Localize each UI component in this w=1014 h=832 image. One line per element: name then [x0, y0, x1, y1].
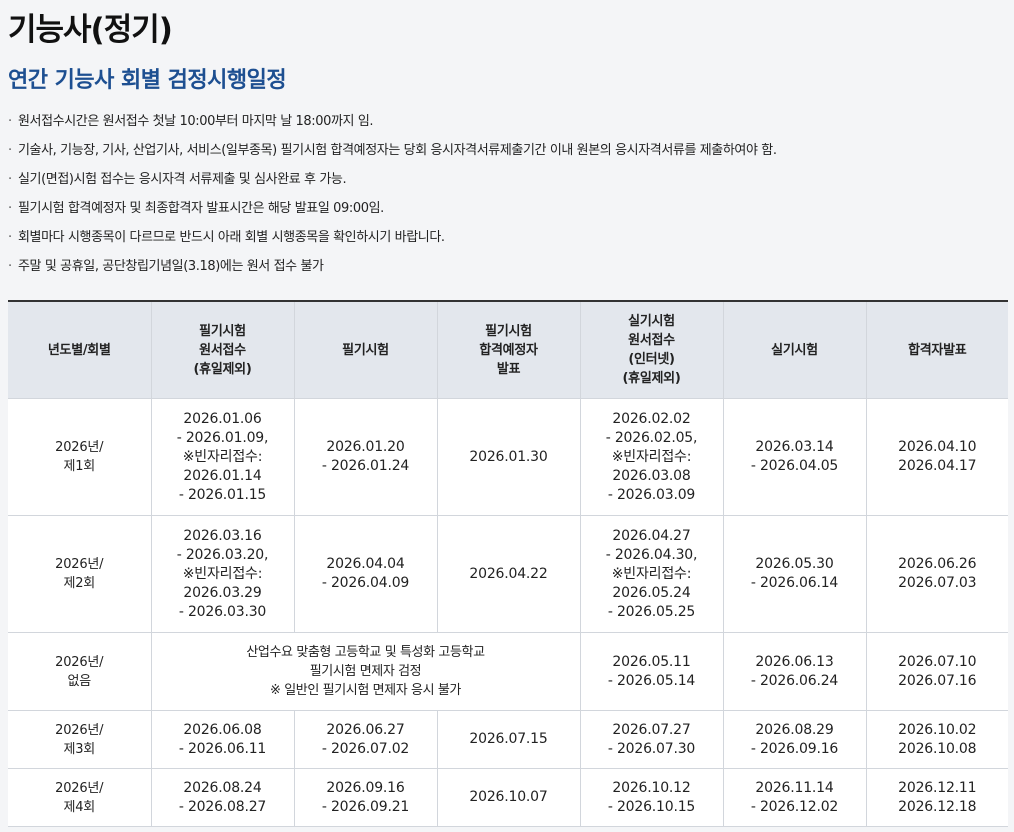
notice-text: 필기시험 합격예정자 및 최종합격자 발표시간은 해당 발표일 09:00임.	[18, 201, 384, 216]
table-row: 2026년/ 제2회 2026.03.16 - 2026.03.20, ※빈자리…	[8, 515, 1008, 633]
bullet-icon: ·	[8, 201, 12, 216]
cell-practical-apply: 2026.10.12 - 2026.10.15	[579, 768, 723, 827]
cell-practical-apply: 2026.05.11 - 2026.05.14	[579, 632, 723, 711]
cell-round: 2026년/ 없음	[8, 632, 151, 711]
notice-item: · 필기시험 합격예정자 및 최종합격자 발표시간은 해당 발표일 09:00임.	[8, 199, 998, 228]
cell-final-result: 2026.06.26 2026.07.03	[865, 515, 1008, 633]
cell-practical-exam: 2026.11.14 - 2026.12.02	[722, 768, 866, 827]
header-practical-exam: 실기시험	[722, 301, 866, 399]
section-title: 연간 기능사 회별 검정시행일정	[8, 68, 287, 93]
cell-final-result: 2026.07.10 2026.07.16	[865, 632, 1008, 711]
cell-written-result: 2026.07.15	[436, 710, 580, 769]
cell-written-apply: 2026.08.24 - 2026.08.27	[150, 768, 294, 827]
notice-text: 회별마다 시행종목이 다르므로 반드시 아래 회별 시행종목을 확인하시기 바랍…	[18, 230, 445, 245]
bullet-icon: ·	[8, 230, 12, 245]
notice-item: · 주말 및 공휴일, 공단창립기념일(3.18)에는 원서 접수 불가	[8, 257, 998, 286]
notice-text: 주말 및 공휴일, 공단창립기념일(3.18)에는 원서 접수 불가	[18, 259, 324, 274]
cell-practical-exam: 2026.05.30 - 2026.06.14	[722, 515, 866, 633]
bullet-icon: ·	[8, 172, 12, 187]
header-written-apply: 필기시험 원서접수 (휴일제외)	[150, 301, 294, 399]
cell-practical-apply: 2026.04.27 - 2026.04.30, ※빈자리접수: 2026.05…	[579, 515, 723, 633]
page-title: 기능사(정기)	[8, 12, 173, 48]
cell-practical-apply: 2026.02.02 - 2026.02.05, ※빈자리접수: 2026.03…	[579, 398, 723, 516]
cell-practical-exam: 2026.08.29 - 2026.09.16	[722, 710, 866, 769]
header-written-result: 필기시험 합격예정자 발표	[436, 301, 580, 399]
cell-exemption-note: 산업수요 맞춤형 고등학교 및 특성화 고등학교 필기시험 면제자 검정 ※ 일…	[150, 632, 580, 711]
cell-round: 2026년/ 제3회	[8, 710, 151, 769]
header-written-exam: 필기시험	[293, 301, 437, 399]
cell-written-apply: 2026.03.16 - 2026.03.20, ※빈자리접수: 2026.03…	[150, 515, 294, 633]
cell-practical-apply: 2026.07.27 - 2026.07.30	[579, 710, 723, 769]
cell-round: 2026년/ 제4회	[8, 768, 151, 827]
table-row: 2026년/ 없음 산업수요 맞춤형 고등학교 및 특성화 고등학교 필기시험 …	[8, 632, 1008, 711]
cell-written-apply: 2026.01.06 - 2026.01.09, ※빈자리접수: 2026.01…	[150, 398, 294, 516]
table-row: 2026년/ 제1회 2026.01.06 - 2026.01.09, ※빈자리…	[8, 398, 1008, 516]
bullet-icon: ·	[8, 114, 12, 129]
cell-practical-exam: 2026.03.14 - 2026.04.05	[722, 398, 866, 516]
notice-text: 실기(면접)시험 접수는 응시자격 서류제출 및 심사완료 후 가능.	[18, 172, 347, 187]
cell-round: 2026년/ 제1회	[8, 398, 151, 516]
notice-item: · 실기(면접)시험 접수는 응시자격 서류제출 및 심사완료 후 가능.	[8, 170, 998, 199]
header-practical-apply: 실기시험 원서접수 (인터넷) (휴일제외)	[579, 301, 723, 399]
cell-written-exam: 2026.06.27 - 2026.07.02	[293, 710, 437, 769]
schedule-table: 년도별/회별 필기시험 원서접수 (휴일제외) 필기시험 필기시험 합격예정자 …	[8, 300, 1008, 827]
cell-final-result: 2026.04.10 2026.04.17	[865, 398, 1008, 516]
notice-item: · 회별마다 시행종목이 다르므로 반드시 아래 회별 시행종목을 확인하시기 바…	[8, 228, 998, 257]
notice-text: 기술사, 기능장, 기사, 산업기사, 서비스(일부종목) 필기시험 합격예정자…	[18, 143, 777, 158]
cell-written-result: 2026.10.07	[436, 768, 580, 827]
bullet-icon: ·	[8, 259, 12, 274]
notice-item: · 기술사, 기능장, 기사, 산업기사, 서비스(일부종목) 필기시험 합격예정…	[8, 141, 998, 170]
header-round: 년도별/회별	[8, 301, 151, 399]
cell-final-result: 2026.12.11 2026.12.18	[865, 768, 1008, 827]
notice-item: · 원서접수시간은 원서접수 첫날 10:00부터 마지막 날 18:00까지 임…	[8, 112, 998, 141]
table-header-row: 년도별/회별 필기시험 원서접수 (휴일제외) 필기시험 필기시험 합격예정자 …	[8, 301, 1008, 399]
table-row: 2026년/ 제3회 2026.06.08 - 2026.06.11 2026.…	[8, 710, 1008, 769]
cell-round: 2026년/ 제2회	[8, 515, 151, 633]
cell-final-result: 2026.10.02 2026.10.08	[865, 710, 1008, 769]
cell-written-result: 2026.01.30	[436, 398, 580, 516]
cell-written-exam: 2026.04.04 - 2026.04.09	[293, 515, 437, 633]
cell-written-exam: 2026.09.16 - 2026.09.21	[293, 768, 437, 827]
cell-written-result: 2026.04.22	[436, 515, 580, 633]
table-row: 2026년/ 제4회 2026.08.24 - 2026.08.27 2026.…	[8, 768, 1008, 827]
bullet-icon: ·	[8, 143, 12, 158]
cell-written-apply: 2026.06.08 - 2026.06.11	[150, 710, 294, 769]
notice-text: 원서접수시간은 원서접수 첫날 10:00부터 마지막 날 18:00까지 임.	[18, 114, 374, 129]
schedule-table-wrapper: 년도별/회별 필기시험 원서접수 (휴일제외) 필기시험 필기시험 합격예정자 …	[8, 300, 1008, 827]
header-final-result: 합격자발표	[865, 301, 1008, 399]
notice-list: · 원서접수시간은 원서접수 첫날 10:00부터 마지막 날 18:00까지 임…	[8, 112, 998, 286]
cell-practical-exam: 2026.06.13 - 2026.06.24	[722, 632, 866, 711]
cell-written-exam: 2026.01.20 - 2026.01.24	[293, 398, 437, 516]
